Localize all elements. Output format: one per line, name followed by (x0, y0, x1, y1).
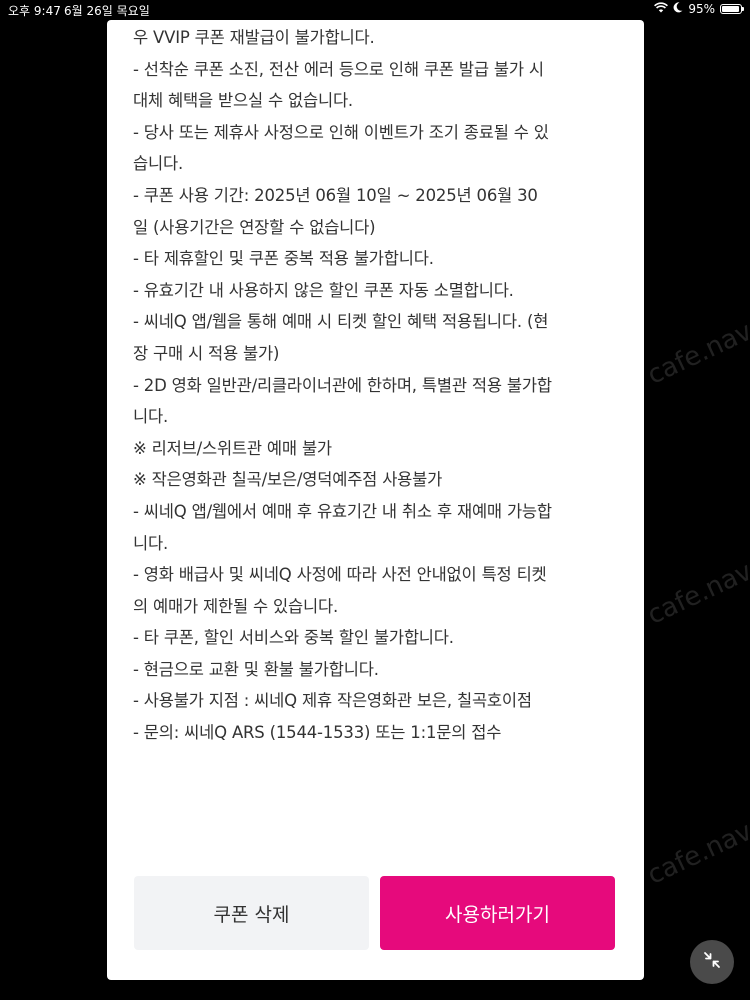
wifi-icon (654, 2, 669, 16)
status-right-group: 95% (654, 2, 744, 16)
notice-line: 일 (사용기간은 연장할 수 없습니다) (133, 217, 376, 237)
watermark: cafe.naver.com (643, 779, 750, 891)
watermark: cafe.naver.com (643, 279, 750, 391)
status-bar: 오후 9:47 6월 26일 목요일 95% (0, 0, 750, 20)
notice-line: - 선착순 쿠폰 소진, 전산 에러 등으로 인해 쿠폰 발급 불가 시 (133, 59, 544, 79)
notice-line: 니다. (133, 407, 169, 427)
notice-line: - 쿠폰 사용 기간: 2025년 06월 10일 ~ 2025년 06월 30 (133, 185, 538, 205)
notice-line: - 사용불가 지점 : 씨네Q 제휴 작은영화관 보은, 칠곡호이점 (133, 691, 532, 711)
notice-line: ※ 작은영화관 칠곡/보은/영덕예주점 사용불가 (133, 470, 443, 490)
moon-icon (673, 2, 683, 16)
battery-icon (720, 4, 744, 14)
notice-line: - 현금으로 교환 및 환불 불가합니다. (133, 659, 379, 679)
notice-text: 우 VVIP 쿠폰 재발급이 불가합니다. - 선착순 쿠폰 소진, 전산 에러… (133, 28, 623, 749)
collapse-arrows-icon (702, 950, 722, 974)
notice-line: - 2D 영화 일반관/리클라이너관에 한하며, 특별관 적용 불가합 (133, 375, 552, 395)
collapse-button[interactable] (690, 940, 734, 984)
delete-coupon-button[interactable]: 쿠폰 삭제 (134, 876, 369, 950)
notice-line: - 당사 또는 제휴사 사정으로 인해 이벤트가 조기 종료될 수 있 (133, 122, 549, 142)
notice-line: - 유효기간 내 사용하지 않은 할인 쿠폰 자동 소멸합니다. (133, 280, 514, 300)
watermark: cafe.naver.com (643, 519, 750, 631)
battery-percent: 95% (688, 2, 715, 16)
notice-line: - 씨네Q 앱/웹에서 예매 후 유효기간 내 취소 후 재예매 가능합 (133, 501, 552, 521)
notice-line: - 문의: 씨네Q ARS (1544-1533) 또는 1:1문의 접수 (133, 723, 502, 743)
notice-line: - 씨네Q 앱/웹을 통해 예매 시 티켓 할인 혜택 적용됩니다. (현 (133, 312, 549, 332)
notice-line: - 타 쿠폰, 할인 서비스와 중복 할인 불가합니다. (133, 628, 454, 648)
coupon-notice-sheet: 우 VVIP 쿠폰 재발급이 불가합니다. - 선착순 쿠폰 소진, 전산 에러… (107, 20, 644, 980)
notice-line: 우 VVIP 쿠폰 재발급이 불가합니다. (133, 28, 375, 47)
use-coupon-button[interactable]: 사용하러가기 (380, 876, 615, 950)
status-date: 6월 26일 목요일 (64, 4, 150, 18)
notice-line: 의 예매가 제한될 수 있습니다. (133, 596, 338, 616)
status-time: 오후 9:47 (8, 4, 61, 18)
notice-line: 대체 혜택을 받으실 수 없습니다. (133, 91, 353, 111)
notice-line: 니다. (133, 533, 169, 553)
notice-line: 장 구매 시 적용 불가) (133, 343, 280, 363)
notice-line: - 영화 배급사 및 씨네Q 사정에 따라 사전 안내없이 특정 티켓 (133, 565, 547, 585)
notice-line: - 타 제휴할인 및 쿠폰 중복 적용 불가합니다. (133, 249, 434, 269)
notice-line: 습니다. (133, 154, 183, 174)
notice-line: ※ 리저브/스위트관 예매 불가 (133, 438, 332, 458)
